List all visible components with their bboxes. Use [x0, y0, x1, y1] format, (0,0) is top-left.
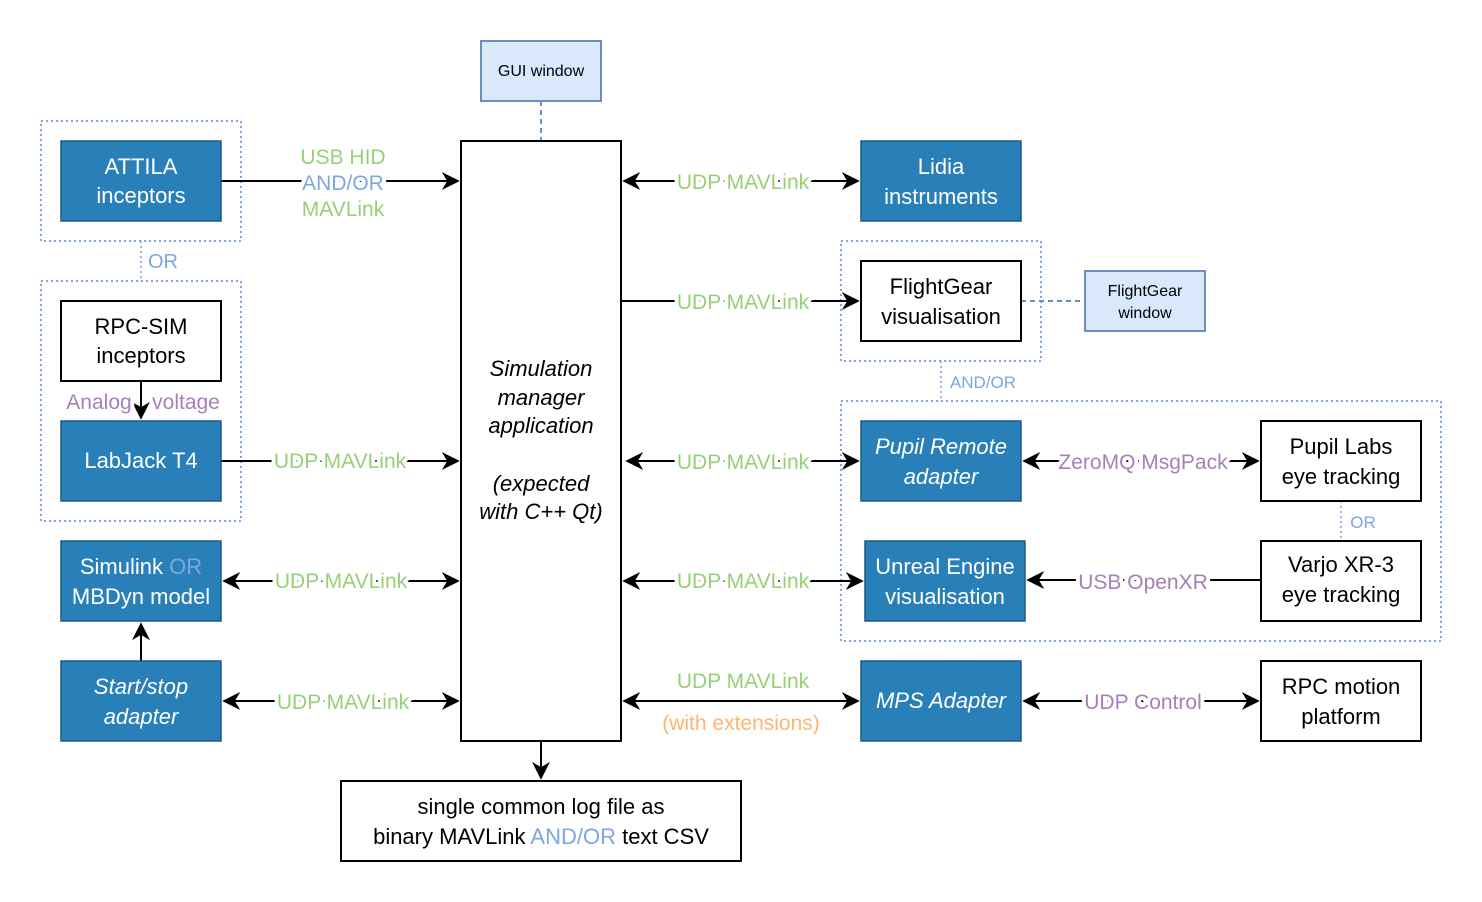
- label: MBDyn model: [72, 584, 210, 609]
- flightgear-node: FlightGear visualisation: [860, 260, 1022, 342]
- label: binary MAVLink: [373, 824, 526, 849]
- label: Pupil Remote: [875, 434, 1007, 459]
- label: FlightGear: [890, 274, 993, 299]
- label: with C++ Qt): [479, 499, 602, 524]
- edge-label: UDP MAVLink: [274, 450, 407, 473]
- gui-window-node: GUI window: [480, 40, 602, 102]
- label: ATTILA: [105, 154, 178, 179]
- or-label: OR: [1350, 513, 1376, 532]
- gui-window-label: GUI window: [498, 63, 585, 80]
- rpc-motion-node: RPC motion platform: [1260, 660, 1422, 742]
- edge-label: voltage: [152, 391, 220, 414]
- edge-label: UDP MAVLink: [677, 670, 810, 693]
- label: adapter: [904, 464, 980, 489]
- label: MPS Adapter: [876, 688, 1008, 713]
- label: inceptors: [96, 343, 185, 368]
- varjo-node: Varjo XR-3 eye tracking: [1260, 540, 1422, 622]
- label: manager: [498, 385, 587, 410]
- label: visualisation: [885, 584, 1005, 609]
- flightgear-window-node: FlightGear window: [1084, 270, 1206, 332]
- unreal-node: Unreal Engine visualisation: [864, 540, 1026, 622]
- label: window: [1117, 305, 1172, 322]
- simulink-node: Simulink OR MBDyn model: [60, 540, 222, 622]
- pupil-labs-node: Pupil Labs eye tracking: [1260, 420, 1422, 502]
- edge-label: UDP MAVLink: [677, 570, 810, 593]
- edge-label: Analog: [66, 391, 131, 414]
- label: instruments: [884, 184, 998, 209]
- attila-node: ATTILA inceptors: [60, 140, 222, 222]
- label: Varjo XR-3: [1288, 552, 1394, 577]
- edge-label: (with extensions): [662, 712, 820, 735]
- label: adapter: [104, 704, 180, 729]
- label: eye tracking: [1282, 464, 1401, 489]
- edge-label: USB HID: [300, 146, 385, 169]
- label: OR: [169, 554, 202, 579]
- mps-node: MPS Adapter: [860, 660, 1022, 742]
- edge-label: UDP MAVLink: [677, 171, 810, 194]
- edge-label: USB OpenXR: [1078, 571, 1208, 594]
- label: RPC motion: [1282, 674, 1401, 699]
- label: platform: [1301, 704, 1380, 729]
- label: application: [488, 413, 593, 438]
- pupil-remote-node: Pupil Remote adapter: [860, 420, 1022, 502]
- edge-label: UDP Control: [1084, 691, 1202, 714]
- and-or-label: AND/OR: [950, 373, 1016, 392]
- label: Simulation: [490, 356, 593, 381]
- simulation-manager-node: Simulation manager application (expected wit…: [460, 140, 622, 742]
- label: Unreal Engine: [875, 554, 1014, 579]
- label: Lidia: [918, 154, 965, 179]
- lidia-node: Lidia instruments: [860, 140, 1022, 222]
- labjack-node: LabJack T4: [60, 420, 222, 502]
- startstop-node: Start/stop adapter: [60, 660, 222, 742]
- label: inceptors: [96, 183, 185, 208]
- log-file-node: single common log file as binary MAVLink …: [340, 780, 742, 862]
- edge-label: UDP MAVLink: [277, 691, 410, 714]
- label: eye tracking: [1282, 582, 1401, 607]
- label: RPC-SIM: [95, 314, 188, 339]
- label: FlightGear: [1108, 283, 1183, 300]
- label: Start/stop: [94, 674, 188, 699]
- label: Simulink: [80, 554, 164, 579]
- label: text CSV: [622, 824, 709, 849]
- edge-label: AND/OR: [302, 172, 384, 195]
- label: (expected: [493, 471, 590, 496]
- label: Pupil Labs: [1290, 434, 1393, 459]
- edge-label: MAVLink: [302, 198, 385, 221]
- label: LabJack T4: [84, 448, 197, 473]
- or-label: OR: [148, 251, 178, 273]
- label: single common log file as: [417, 794, 664, 819]
- rpc-sim-node: RPC-SIM inceptors: [60, 300, 222, 382]
- edge-label: UDP MAVLink: [677, 291, 810, 314]
- edge-label: UDP MAVLink: [275, 570, 408, 593]
- label: AND/OR: [530, 824, 616, 849]
- label: visualisation: [881, 304, 1001, 329]
- architecture-diagram: GUI window ATTILA inceptors RPC-SIM incept…: [40, 40, 1442, 862]
- edge-label: ZeroMQ MsgPack: [1058, 451, 1228, 474]
- edge-label: UDP MAVLink: [677, 451, 810, 474]
